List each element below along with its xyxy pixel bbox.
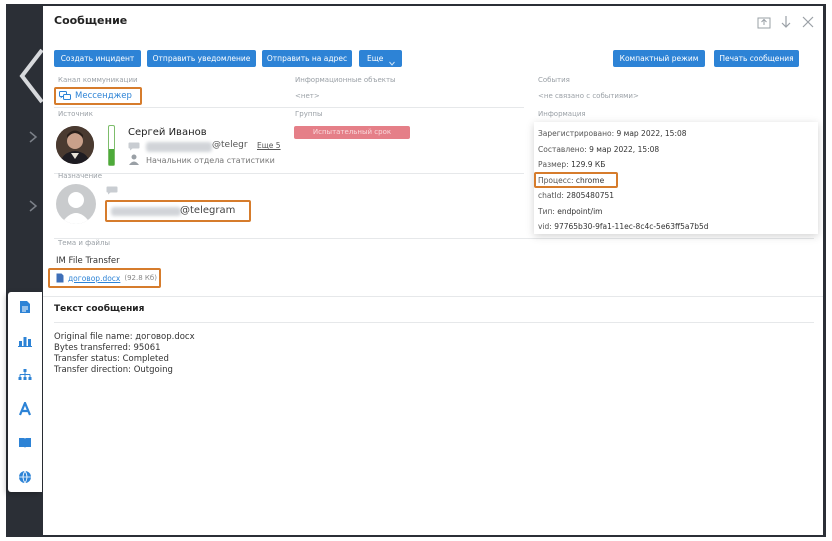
group-tag[interactable]: Испытательный срок	[294, 126, 410, 139]
user-icon	[129, 154, 139, 165]
chat-icon	[106, 186, 118, 195]
divider	[43, 296, 823, 297]
channel-field[interactable]: Мессенджер	[54, 87, 142, 105]
subject-files-label: Тема и файлы	[58, 239, 110, 247]
print-message-button[interactable]: Печать сообщения	[714, 50, 799, 67]
message-subject: IM File Transfer	[56, 256, 120, 266]
channel-value: Мессенджер	[75, 91, 132, 101]
download-icon[interactable]	[779, 14, 793, 28]
chevron-right-icon[interactable]	[28, 131, 38, 143]
document-icon[interactable]	[16, 298, 34, 316]
process-label: Процесс:	[538, 176, 574, 185]
divider	[54, 238, 814, 239]
channel-label: Канал коммуникации	[58, 76, 138, 84]
message-body-title: Текст сообщения	[54, 304, 145, 314]
send-to-address-button[interactable]: Отправить на адрес	[262, 50, 352, 67]
side-rail	[8, 292, 42, 492]
font-icon[interactable]	[16, 400, 34, 418]
registered-row: Зарегистрировано: 9 мар 2022, 15:08	[538, 129, 687, 138]
create-incident-button[interactable]: Создать инцидент	[54, 50, 141, 67]
message-line: Original file name: договор.docx	[54, 332, 195, 342]
dialog-actions	[757, 14, 815, 29]
toolbar: Создать инцидент Отправить уведомление О…	[54, 50, 814, 68]
book-icon[interactable]	[16, 434, 34, 452]
more-button-label: Еще	[367, 54, 384, 63]
message-body: Original file name: договор.docx Bytes t…	[54, 332, 195, 376]
message-dialog: Сообщение Создать инцидент Отправить уве…	[43, 6, 823, 535]
dialog-header: Сообщение	[43, 6, 823, 38]
sender-handle-suffix: @telegr	[212, 140, 248, 150]
redacted-handle	[111, 207, 181, 216]
sender-role: Начальник отдела статистики	[146, 156, 275, 165]
info-label: Информация	[538, 110, 586, 118]
vid-label: vid:	[538, 222, 552, 231]
file-icon	[56, 273, 64, 283]
source-label: Источник	[58, 110, 93, 118]
size-label: Размер:	[538, 160, 569, 169]
groups-label: Группы	[295, 110, 323, 118]
more-contacts-link[interactable]: Еще 5	[257, 141, 281, 150]
chat-bubbles-icon	[59, 91, 71, 100]
size-row: Размер: 129.9 КБ	[538, 160, 605, 169]
type-value: endpoint/im	[557, 207, 603, 216]
info-objects-label: Информационные объекты	[295, 76, 396, 84]
vid-row: vid: 97765b30-9fa1-11ec-8c4c-5e63ff5a7b5…	[538, 222, 709, 231]
chatid-value: 2805480751	[566, 191, 615, 200]
message-line: Transfer direction: Outgoing	[54, 365, 173, 375]
export-icon[interactable]	[757, 14, 771, 29]
attachment-item[interactable]: договор.docx (92.8 Кб)	[48, 268, 161, 288]
more-dropdown-button[interactable]: Еще	[359, 50, 402, 67]
attachment-size: (92.8 Кб)	[124, 274, 157, 282]
events-label: События	[538, 76, 570, 84]
divider	[54, 322, 814, 323]
type-label: Тип:	[538, 207, 555, 216]
hierarchy-icon[interactable]	[16, 366, 34, 384]
chevron-right-icon[interactable]	[28, 200, 38, 212]
redacted-handle	[146, 142, 212, 152]
process-row: Процесс: chrome	[538, 176, 604, 185]
info-panel: Зарегистрировано: 9 мар 2022, 15:08 Сост…	[534, 122, 818, 234]
status-level-bar	[108, 125, 115, 166]
avatar	[56, 126, 94, 164]
composed-value: 9 мар 2022, 15:08	[589, 145, 660, 154]
recipient-avatar	[56, 184, 96, 224]
registered-label: Зарегистрировано:	[538, 129, 615, 138]
registered-value: 9 мар 2022, 15:08	[616, 129, 687, 138]
size-value: 129.9 КБ	[571, 160, 606, 169]
events-value: <не связано с событиями>	[538, 92, 639, 100]
sender-name: Сергей Иванов	[128, 127, 207, 138]
chatid-label: chatId:	[538, 191, 564, 200]
chevron-down-icon	[389, 55, 395, 72]
type-row: Тип: endpoint/im	[538, 207, 602, 216]
send-notification-button[interactable]: Отправить уведомление	[147, 50, 256, 67]
vid-value: 97765b30-9fa1-11ec-8c4c-5e63ff5a7b5d	[554, 222, 709, 231]
composed-row: Составлено: 9 мар 2022, 15:08	[538, 145, 659, 154]
chevron-left-icon[interactable]	[18, 46, 46, 106]
recipient-field[interactable]: @telegram	[105, 200, 251, 222]
attachment-name[interactable]: договор.docx	[68, 274, 120, 283]
destination-label: Назначение	[58, 172, 103, 180]
message-line: Transfer status: Completed	[54, 354, 169, 364]
close-icon[interactable]	[801, 14, 815, 28]
chat-icon	[128, 142, 140, 151]
info-objects-value: <нет>	[295, 92, 320, 100]
status-level-fill	[109, 149, 114, 165]
compact-mode-button[interactable]: Компактный режим	[613, 50, 705, 67]
globe-icon[interactable]	[16, 468, 34, 486]
message-line: Bytes transferred: 95061	[54, 343, 161, 353]
divider	[54, 173, 524, 174]
chatid-row: chatId: 2805480751	[538, 191, 614, 200]
process-value: chrome	[575, 176, 605, 185]
dialog-title: Сообщение	[54, 14, 128, 27]
recipient-handle-suffix: @telegram	[180, 205, 236, 216]
divider	[54, 107, 524, 108]
composed-label: Составлено:	[538, 145, 587, 154]
bar-chart-icon[interactable]	[16, 332, 34, 350]
